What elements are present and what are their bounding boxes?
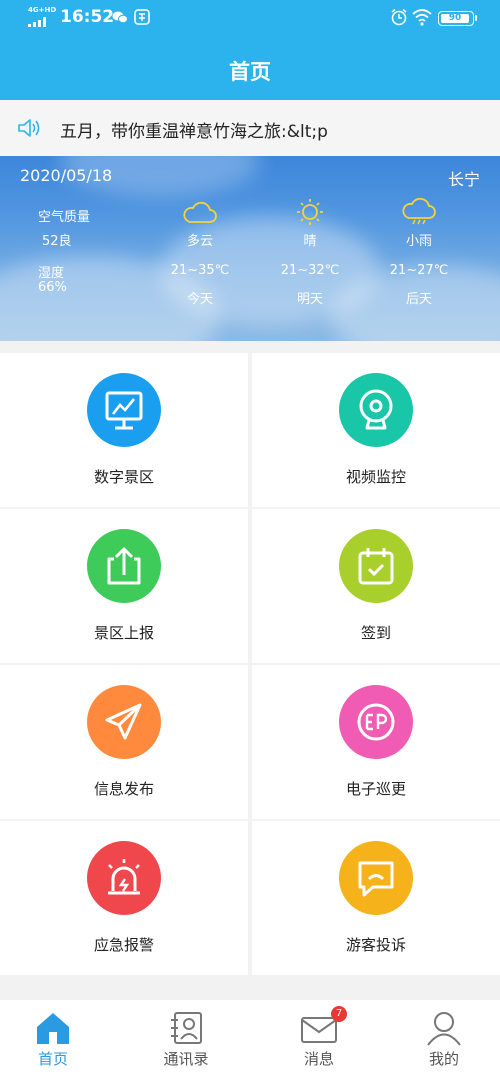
humidity-label: 湿度 [38,266,65,281]
weather-city[interactable]: 长宁 [448,166,480,190]
home-icon [37,1013,69,1044]
menu-tourist-complaint[interactable]: 游客投诉 [252,821,500,975]
status-time: 16:52 [60,7,115,27]
menu-label: 应急报警 [93,936,154,954]
tab-label: 消息 [303,1050,334,1068]
tab-label: 我的 [428,1050,459,1068]
network-type: 4G+HD [28,6,57,14]
menu-label: 签到 [360,624,391,642]
camera-icon [339,373,413,447]
tab-messages[interactable]: 7 消息 [259,1006,379,1069]
function-grid: 数字景区 视频监控 景区上报 签到 信息发布 电子巡更 应急报警 游客投诉 [0,353,500,975]
weather-panel: 2020/05/18 长宁 空气质量 52良 湿度 66% 多云 21~35℃ … [0,156,500,341]
forecast-day: 小雨 21~27℃ 后天 [369,198,469,307]
menu-label: 游客投诉 [345,936,406,954]
tab-profile[interactable]: 我的 [384,1010,500,1069]
ep-icon [339,685,413,759]
notice-text: 五月，带你重温禅意竹海之旅:&lt;p [60,122,328,142]
contacts-icon [171,1012,202,1044]
speaker-icon [18,119,40,137]
notification-app-icon [134,9,150,25]
menu-label: 数字景区 [93,468,154,486]
tab-contacts[interactable]: 通讯录 [126,1010,246,1069]
tab-label: 首页 [37,1050,68,1068]
menu-scenic-report[interactable]: 景区上报 [0,509,248,663]
menu-digital-scenic[interactable]: 数字景区 [0,353,248,507]
wifi-icon [412,9,432,26]
wechat-icon [112,11,128,24]
alarm-light-icon [87,841,161,915]
notice-bar[interactable]: 五月，带你重温禅意竹海之旅:&lt;p [0,100,500,156]
alarm-clock-icon [391,8,407,26]
monitor-chart-icon [87,373,161,447]
forecast-day: 晴 21~32℃ 明天 [260,198,360,307]
cloud-icon [183,201,217,223]
menu-emergency-alarm[interactable]: 应急报警 [0,821,248,975]
menu-video-monitor[interactable]: 视频监控 [252,353,500,507]
paper-plane-icon [87,685,161,759]
air-quality-value: 52良 [42,234,72,249]
menu-label: 视频监控 [345,468,406,486]
sun-icon [297,199,323,225]
menu-label: 景区上报 [93,624,154,642]
menu-label: 电子巡更 [345,780,406,798]
weather-date: 2020/05/18 [20,166,113,185]
rain-icon [402,198,436,225]
menu-label: 信息发布 [93,780,154,798]
top-bar: 4G+HD 16:52 90 首页 [0,0,500,100]
tab-label: 通讯录 [163,1050,209,1068]
complaint-chat-icon [339,841,413,915]
forecast-day: 多云 21~35℃ 今天 [150,198,250,307]
page-title: 首页 [229,60,271,84]
upload-icon [87,529,161,603]
air-quality-label: 空气质量 [38,210,91,225]
calendar-check-icon [339,529,413,603]
signal-icon: 4G+HD [28,6,56,27]
menu-info-publish[interactable]: 信息发布 [0,665,248,819]
battery-icon: 90 [438,11,477,26]
unread-badge: 7 [331,1006,347,1022]
menu-patrol[interactable]: 电子巡更 [252,665,500,819]
battery-level: 90 [441,14,469,23]
user-icon [427,1012,461,1046]
status-bar: 4G+HD 16:52 90 [0,0,500,36]
menu-check-in[interactable]: 签到 [252,509,500,663]
tab-home[interactable]: 首页 [0,1010,113,1069]
bottom-tab-bar: 首页 通讯录 7 消息 我的 [0,1000,500,1083]
humidity-value: 66% [38,280,67,295]
